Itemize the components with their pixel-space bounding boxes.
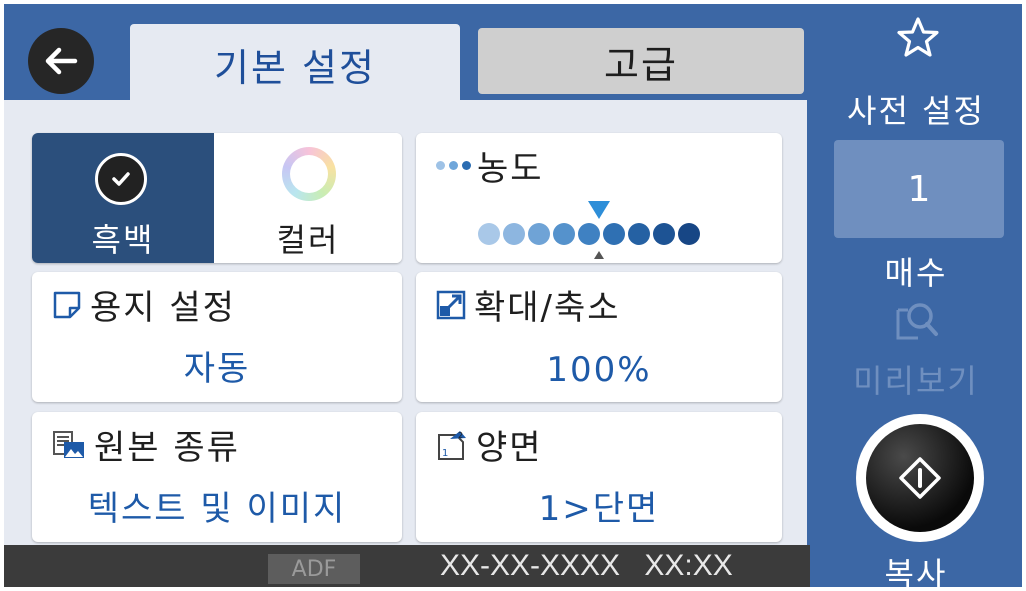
paper-title: 용지 설정 — [52, 280, 236, 329]
arrow-left-icon — [45, 47, 78, 75]
original-type-value: 텍스트 및 이미지 — [87, 489, 347, 529]
duplex-setting[interactable]: 1 2 양면 1>단면 — [416, 412, 782, 542]
paper-value: 자동 — [183, 349, 251, 389]
zoom-title: 확대/축소 — [436, 280, 621, 329]
star-icon — [897, 17, 939, 57]
tab-basic-settings[interactable]: 기본 설정 — [130, 24, 460, 104]
density-level-dot — [653, 223, 675, 245]
main-panel: 기본 설정 고급 흑백 컬러 농도 용지 설정 자동 확대/축소 100% 원본… — [4, 4, 807, 545]
density-center-icon — [594, 251, 604, 259]
density-dots-icon — [436, 161, 471, 170]
preview-button[interactable] — [894, 300, 940, 346]
density-level-dot — [503, 223, 525, 245]
color-ring-icon — [282, 147, 336, 201]
density-label: 농도 — [477, 149, 544, 189]
mode-bw-label: 흑백 — [91, 221, 155, 259]
paper-setting[interactable]: 용지 설정 자동 — [32, 272, 402, 402]
date-time: XX-XX-XXXX XX:XX — [440, 549, 733, 582]
preview-label: 미리보기 — [853, 362, 979, 400]
zoom-setting[interactable]: 확대/축소 100% — [416, 272, 782, 402]
copies-label: 매수 — [884, 254, 948, 292]
tab-advanced[interactable]: 고급 — [478, 28, 804, 94]
start-diamond-icon — [899, 457, 941, 499]
density-level-dot — [678, 223, 700, 245]
presets-button[interactable] — [896, 16, 940, 64]
mode-bw-button[interactable]: 흑백 — [32, 133, 214, 263]
status-bar: ADF XX-XX-XXXX XX:XX — [4, 545, 810, 587]
zoom-label: 확대/축소 — [474, 288, 621, 328]
duplex-value: 1>단면 — [538, 489, 660, 529]
original-type-setting[interactable]: 원본 종류 텍스트 및 이미지 — [32, 412, 402, 542]
density-level-dot — [628, 223, 650, 245]
duplex-icon: 1 2 — [436, 429, 468, 461]
paper-icon — [52, 290, 82, 320]
density-scale — [478, 223, 700, 245]
density-level-dot — [603, 223, 625, 245]
density-setting[interactable]: 농도 — [416, 133, 782, 263]
svg-text:2: 2 — [458, 431, 465, 440]
svg-text:1: 1 — [442, 448, 450, 459]
back-button[interactable] — [28, 28, 94, 94]
preview-icon — [896, 303, 938, 340]
density-level-dot — [478, 223, 500, 245]
density-level-dot — [578, 223, 600, 245]
density-marker-icon — [588, 201, 610, 219]
density-level-dot — [553, 223, 575, 245]
density-level-dot — [528, 223, 550, 245]
sidebar: 사전 설정 1 매수 미리보기 복사 — [810, 4, 1022, 587]
original-type-title: 원본 종류 — [52, 420, 240, 469]
mode-color-button[interactable]: 컬러 — [214, 133, 402, 263]
zoom-icon — [436, 290, 466, 320]
duplex-label: 양면 — [476, 428, 543, 468]
duplex-title: 1 2 양면 — [436, 420, 543, 469]
copy-screen: 기본 설정 고급 흑백 컬러 농도 용지 설정 자동 확대/축소 100% 원본… — [4, 4, 1022, 587]
copies-input[interactable]: 1 — [834, 140, 1004, 238]
presets-label: 사전 설정 — [847, 92, 985, 130]
paper-label: 용지 설정 — [90, 288, 236, 328]
mode-color-label: 컬러 — [276, 221, 340, 259]
zoom-value: 100% — [546, 350, 652, 390]
original-type-label: 원본 종류 — [94, 428, 240, 468]
document-image-icon — [52, 430, 86, 460]
start-copy-label: 복사 — [884, 555, 948, 587]
color-mode-toggle: 흑백 컬러 — [32, 133, 402, 263]
adf-indicator: ADF — [268, 554, 360, 584]
density-title: 농도 — [436, 141, 544, 190]
checkmark-icon — [95, 153, 147, 205]
start-copy-button[interactable] — [856, 414, 984, 542]
